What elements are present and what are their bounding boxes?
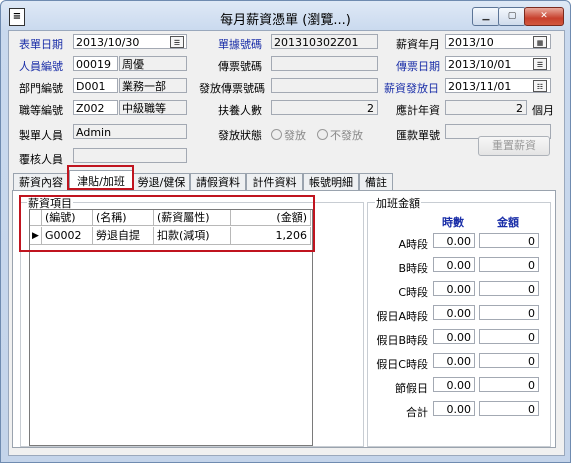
ot-label-holiday-b: 假日B時段: [376, 334, 428, 347]
status-paid-text: 發放: [284, 129, 306, 142]
ot-amount-holiday-c[interactable]: 0: [479, 353, 539, 368]
status-paid-radio[interactable]: 發放: [271, 127, 306, 143]
grade-no-label: 職等編號: [19, 104, 63, 117]
minimize-button[interactable]: ▁: [472, 7, 500, 26]
pay-receipt-no-label: 發放傳票號碼: [199, 82, 265, 95]
ot-amount-holiday-b[interactable]: 0: [479, 329, 539, 344]
reviewer-label: 覆核人員: [19, 153, 63, 166]
ot-amount-holiday-a[interactable]: 0: [479, 305, 539, 320]
ot-amount-c[interactable]: 0: [479, 281, 539, 296]
voucher-date-label: 表單日期: [19, 38, 63, 51]
tenure-unit: 個月: [532, 104, 554, 117]
hours-header: 時數: [442, 216, 464, 229]
ot-hours-a[interactable]: 0.00: [433, 233, 475, 248]
voucher-no-label: 單據號碼: [218, 38, 262, 51]
calendar-icon[interactable]: ☰: [533, 58, 547, 70]
tab-salary-content[interactable]: 薪資內容: [13, 173, 69, 190]
ot-label-holiday-a: 假日A時段: [376, 310, 428, 323]
reviewer-field: [73, 148, 187, 163]
ot-label-c: C時段: [398, 286, 428, 299]
calendar-icon[interactable]: ▦: [533, 36, 547, 48]
voucher-no-field[interactable]: 201310302Z01: [271, 34, 378, 49]
ot-amount-total: 0: [479, 401, 539, 416]
employee-name-field: 周優: [119, 56, 187, 71]
radio-icon: [317, 129, 328, 140]
receipt-date-label: 傳票日期: [396, 60, 440, 73]
tab-highlight-box: [67, 165, 134, 190]
ot-hours-holiday-b[interactable]: 0.00: [433, 329, 475, 344]
title-bar[interactable]: ≡ 每月薪資憑單 (瀏覽...) ▁ ▢ ✕: [1, 1, 570, 31]
grade-name-field: 中級職等: [119, 100, 187, 115]
tenure-field: 2: [445, 100, 527, 115]
dept-no-field[interactable]: D001: [73, 78, 118, 93]
reset-salary-button[interactable]: 重置薪資: [478, 136, 550, 156]
ot-hours-total: 0.00: [433, 401, 475, 416]
tab-leave[interactable]: 請假資料: [190, 173, 246, 190]
ot-amount-a[interactable]: 0: [479, 233, 539, 248]
pay-status-label: 發放狀態: [218, 129, 262, 142]
dept-name-field: 業務一部: [119, 78, 187, 93]
dept-no-label: 部門編號: [19, 82, 63, 95]
employee-no-label: 人員編號: [19, 60, 63, 73]
remit-no-label: 匯款單號: [396, 129, 440, 142]
ot-label-holiday-c: 假日C時段: [376, 358, 428, 371]
radio-selected-icon: [271, 129, 282, 140]
receipt-no-field[interactable]: [271, 56, 378, 71]
ot-amount-festival[interactable]: 0: [479, 377, 539, 392]
ot-hours-holiday-c[interactable]: 0.00: [433, 353, 475, 368]
tab-account-details[interactable]: 帳號明細: [303, 173, 359, 190]
tab-pension-insurance[interactable]: 勞退/健保: [133, 173, 190, 190]
ot-hours-b[interactable]: 0.00: [433, 257, 475, 272]
tenure-label: 應計年資: [396, 104, 440, 117]
tab-piecework[interactable]: 計件資料: [246, 173, 303, 190]
maximize-button[interactable]: ▢: [498, 7, 526, 26]
close-button[interactable]: ✕: [524, 7, 564, 26]
main-window: ≡ 每月薪資憑單 (瀏覽...) ▁ ▢ ✕ 表單日期 2013/10/30 ☰…: [0, 0, 571, 463]
creator-field: Admin: [73, 124, 187, 139]
row-highlight-box: [19, 195, 315, 252]
ot-label-total: 合計: [406, 406, 428, 419]
calendar-icon[interactable]: ☷: [533, 80, 547, 92]
overtime-title: 加班金額: [375, 195, 421, 211]
pay-receipt-no-field[interactable]: [271, 78, 378, 93]
receipt-no-label: 傳票號碼: [218, 60, 262, 73]
amount-header: 金額: [497, 216, 519, 229]
grade-no-field[interactable]: Z002: [73, 100, 118, 115]
pay-date-label: 薪資發放日: [384, 82, 439, 95]
status-unpaid-radio[interactable]: 不發放: [317, 127, 363, 143]
salary-month-label: 薪資年月: [396, 38, 440, 51]
dependents-field: 2: [271, 100, 378, 115]
ot-amount-b[interactable]: 0: [479, 257, 539, 272]
employee-no-field[interactable]: 00019: [73, 56, 118, 71]
ot-label-a: A時段: [398, 238, 428, 251]
ot-hours-holiday-a[interactable]: 0.00: [433, 305, 475, 320]
status-unpaid-text: 不發放: [330, 129, 363, 142]
ot-label-festival: 節假日: [395, 382, 428, 395]
ot-hours-c[interactable]: 0.00: [433, 281, 475, 296]
ot-label-b: B時段: [398, 262, 428, 275]
ot-hours-festival[interactable]: 0.00: [433, 377, 475, 392]
dependents-label: 扶養人數: [218, 104, 262, 117]
calendar-icon[interactable]: ☰: [170, 36, 184, 48]
tab-notes[interactable]: 備註: [359, 173, 393, 190]
creator-label: 製單人員: [19, 129, 63, 142]
